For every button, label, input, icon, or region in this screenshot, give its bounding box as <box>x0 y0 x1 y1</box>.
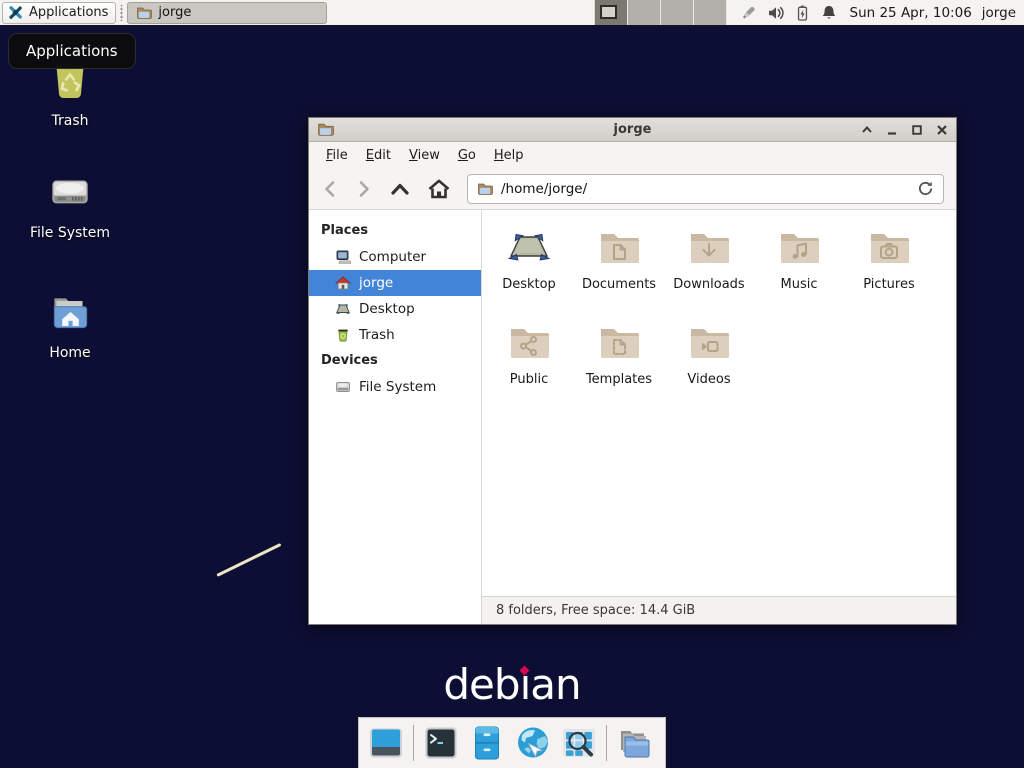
applications-menu-button[interactable]: Applications <box>2 2 116 24</box>
taskbar-folder-icon <box>136 5 152 21</box>
battery-charging-icon[interactable] <box>794 4 811 22</box>
folder-downloads-icon <box>685 224 733 272</box>
stylus-icon[interactable] <box>739 4 758 22</box>
file-manager-window: jorge File Edit View Go Help <box>308 117 957 625</box>
menu-view[interactable]: View <box>400 144 449 167</box>
path-bar[interactable] <box>467 174 944 204</box>
folder-music-icon <box>775 224 823 272</box>
desktop-icon-home[interactable]: Home <box>18 288 122 361</box>
workspace-window-thumb <box>600 5 617 19</box>
back-button[interactable] <box>321 179 339 199</box>
dock-separator <box>606 725 607 761</box>
home-folder-icon <box>45 288 95 338</box>
notifications-bell-icon[interactable] <box>820 4 838 22</box>
close-button[interactable] <box>936 124 948 136</box>
applications-tooltip: Applications <box>8 33 136 69</box>
home-icon <box>335 275 351 291</box>
folder-videos-icon <box>685 319 733 367</box>
sidebar-item-trash[interactable]: Trash <box>309 322 481 348</box>
sidebar-header-devices: Devices <box>309 348 481 374</box>
home-button[interactable] <box>427 178 451 200</box>
wallpaper-line <box>216 543 281 577</box>
taskbar-window-button[interactable]: jorge <box>127 2 327 24</box>
sidebar-header-places: Places <box>309 218 481 244</box>
file-grid[interactable]: Desktop Documents <box>482 210 956 596</box>
desktop-special-icon <box>505 224 553 272</box>
reload-icon[interactable] <box>917 180 934 197</box>
file-item-videos[interactable]: Videos <box>665 315 753 410</box>
workspace-switcher <box>594 0 727 25</box>
panel-username[interactable]: jorge <box>982 5 1016 21</box>
debian-logo: debıan <box>0 660 1024 709</box>
desktop-icon-label: File System <box>30 225 110 241</box>
desktop-icon-file-system[interactable]: File System <box>18 168 122 241</box>
computer-icon <box>335 249 351 265</box>
sidebar-item-desktop[interactable]: Desktop <box>309 296 481 322</box>
minimize-button[interactable] <box>886 124 898 136</box>
desktop-icon-label: Trash <box>52 113 89 129</box>
window-title: jorge <box>309 122 956 137</box>
sidebar: Places Computer jorge <box>309 210 482 624</box>
window-titlebar[interactable]: jorge <box>309 118 956 142</box>
application-finder-icon[interactable] <box>560 724 598 762</box>
workspace-3[interactable] <box>661 0 694 25</box>
file-item-public[interactable]: Public <box>485 315 573 410</box>
top-panel: Applications jorge <box>0 0 1024 27</box>
menu-help[interactable]: Help <box>485 144 533 167</box>
file-item-downloads[interactable]: Downloads <box>665 220 753 315</box>
workspace-2[interactable] <box>628 0 661 25</box>
desktop-icon-label: Home <box>49 345 90 361</box>
shade-button[interactable] <box>861 124 873 136</box>
debian-logo-text: deb <box>443 660 519 709</box>
path-folder-icon <box>477 181 493 197</box>
menu-edit[interactable]: Edit <box>357 144 400 167</box>
system-tray <box>739 4 838 22</box>
menu-go[interactable]: Go <box>449 144 485 167</box>
harddrive-icon <box>335 379 351 395</box>
desktop-launcher-icon[interactable] <box>367 724 405 762</box>
dock <box>358 717 666 768</box>
sidebar-item-jorge[interactable]: jorge <box>309 270 481 296</box>
folder-pictures-icon <box>865 224 913 272</box>
terminal-icon[interactable] <box>422 724 460 762</box>
dock-separator <box>413 725 414 761</box>
web-browser-icon[interactable] <box>514 724 552 762</box>
workspace-1[interactable] <box>595 0 628 25</box>
trash-icon <box>335 327 351 343</box>
file-manager-icon[interactable] <box>468 724 506 762</box>
forward-button[interactable] <box>355 179 373 199</box>
file-item-documents[interactable]: Documents <box>575 220 663 315</box>
statusbar: 8 folders, Free space: 14.4 GiB <box>482 596 956 624</box>
clock[interactable]: Sun 25 Apr, 10:06 <box>850 5 972 21</box>
file-item-pictures[interactable]: Pictures <box>845 220 933 315</box>
sidebar-item-file-system[interactable]: File System <box>309 374 481 400</box>
menu-file[interactable]: File <box>317 144 357 167</box>
sidebar-item-computer[interactable]: Computer <box>309 244 481 270</box>
folder-public-icon <box>505 319 553 367</box>
applications-menu-icon <box>7 4 24 21</box>
desktop-surface[interactable]: Trash File System Home debıan <box>0 0 1024 768</box>
menubar: File Edit View Go Help <box>309 142 956 168</box>
up-button[interactable] <box>389 179 411 199</box>
directory-menu-icon[interactable] <box>615 724 653 762</box>
folder-templates-icon <box>595 319 643 367</box>
maximize-button[interactable] <box>911 124 923 136</box>
statusbar-text: 8 folders, Free space: 14.4 GiB <box>496 603 695 618</box>
path-input[interactable] <box>501 181 909 197</box>
file-item-templates[interactable]: Templates <box>575 315 663 410</box>
file-item-desktop[interactable]: Desktop <box>485 220 573 315</box>
file-item-music[interactable]: Music <box>755 220 843 315</box>
volume-icon[interactable] <box>767 4 785 22</box>
desktop-icon <box>335 301 351 317</box>
harddrive-icon <box>45 168 95 218</box>
toolbar <box>309 168 956 210</box>
folder-documents-icon <box>595 224 643 272</box>
workspace-4[interactable] <box>694 0 727 25</box>
panel-handle[interactable] <box>118 5 125 21</box>
